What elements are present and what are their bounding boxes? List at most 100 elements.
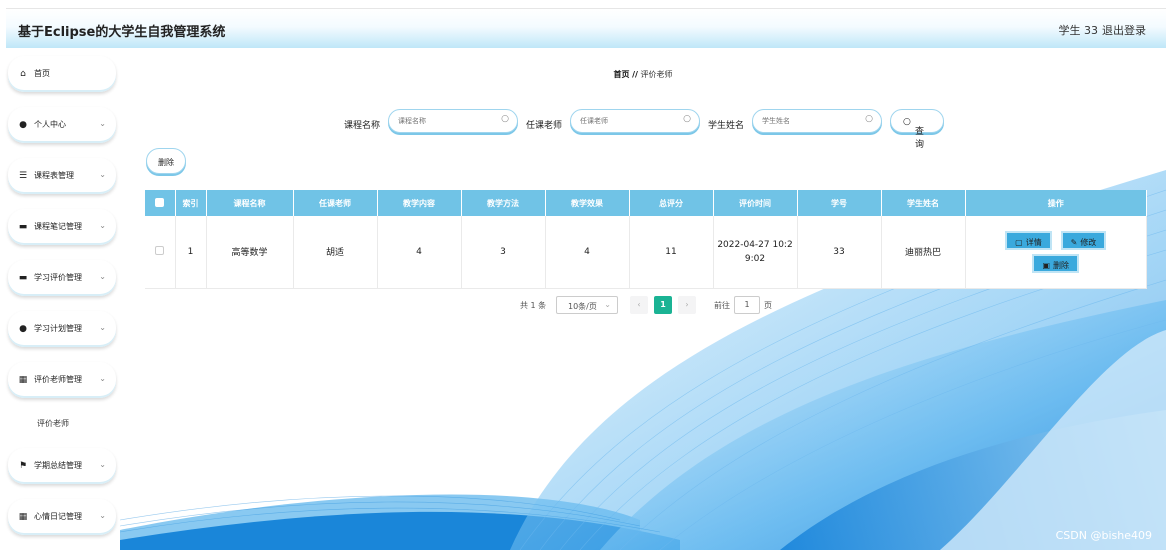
cell-effect: 4 — [545, 216, 630, 289]
sidebar-item-mood-diary[interactable]: ▦ 心情日记管理 ⌄ — [8, 499, 116, 535]
prev-page-button[interactable]: ‹ — [630, 296, 648, 314]
breadcrumb: 首页 // 评价老师 — [120, 69, 1166, 80]
main-content: 首页 // 评价老师 课程名称 ○ 任课老师 ○ 学生姓名 ○ 查询 ○ 删除 — [120, 50, 1166, 550]
batch-delete-button[interactable]: 删除 — [146, 148, 186, 174]
sidebar-item-teacher-evaluation[interactable]: ▦ 评价老师管理 ⌄ — [8, 362, 116, 398]
edit-button[interactable]: ✎ 修改 — [1060, 230, 1107, 250]
list-icon: ☰ — [18, 171, 28, 181]
student-name-input[interactable] — [762, 115, 862, 127]
page-number-current[interactable]: 1 — [654, 296, 672, 314]
sidebar-item-label: 课程笔记管理 — [34, 222, 82, 231]
row-checkbox[interactable] — [155, 245, 165, 255]
sidebar-item-timetable[interactable]: ☰ 课程表管理 ⌄ — [8, 158, 116, 194]
student-name-search-field[interactable]: ○ — [752, 109, 882, 133]
cell-actions: ▢ 详情 ✎ 修改 ▣ 删除 — [965, 216, 1147, 289]
detail-button[interactable]: ▢ 详情 — [1005, 230, 1052, 250]
column-header: 索引 — [175, 190, 207, 216]
delete-button[interactable]: ▣ 删除 — [1032, 253, 1080, 273]
query-button-label: 查询 ○ — [903, 117, 925, 150]
column-header: 评价时间 — [713, 190, 798, 216]
sidebar-item-label: 首页 — [34, 69, 50, 78]
row-select-cell — [145, 216, 176, 289]
column-header: 操作 — [965, 190, 1147, 216]
cell-total: 11 — [629, 216, 714, 289]
sidebar-item-home[interactable]: ⌂ 首页 — [8, 56, 116, 92]
sidebar-item-course-notes[interactable]: ▬ 课程笔记管理 ⌄ — [8, 209, 116, 245]
cell-student-name: 迪丽热巴 — [881, 216, 966, 289]
cell-time: 2022-04-27 10:2 9:02 — [713, 216, 798, 289]
user-icon: ● — [19, 120, 27, 130]
cell-content: 4 — [377, 216, 462, 289]
chevron-down-icon: ⌄ — [99, 170, 106, 179]
teacher-input[interactable] — [580, 115, 680, 127]
cell-teacher: 胡适 — [293, 216, 378, 289]
next-page-button[interactable]: › — [678, 296, 696, 314]
pagination: 共 1 条 10条/页 ⌄ ‹ 1 › 前往 1 页 — [120, 296, 1166, 316]
goto-page-input[interactable]: 1 — [734, 296, 760, 314]
page-size-select[interactable]: 10条/页 ⌄ — [556, 296, 618, 314]
sidebar-item-label: 评价老师管理 — [34, 375, 82, 384]
column-header: 教学方法 — [461, 190, 546, 216]
column-header: 总评分 — [629, 190, 714, 216]
column-header: 任课老师 — [293, 190, 378, 216]
watermark: CSDN @bishe409 — [1055, 529, 1152, 542]
cell-course: 高等数学 — [206, 216, 294, 289]
pencil-icon: ✎ — [1070, 237, 1078, 247]
sidebar-item-study-evaluation[interactable]: ▬ 学习评价管理 ⌄ — [8, 260, 116, 296]
page-unit-label: 页 — [764, 301, 772, 310]
column-header: 课程名称 — [206, 190, 294, 216]
user-icon: ● — [19, 324, 27, 334]
breadcrumb-separator: // — [632, 70, 638, 79]
column-header: 教学效果 — [545, 190, 630, 216]
sidebar-item-personal-center[interactable]: ● 个人中心 ⌄ — [8, 107, 116, 143]
page-size-value: 10条/页 — [568, 302, 597, 311]
chevron-down-icon: ⌄ — [604, 300, 611, 309]
sidebar-item-label: 心情日记管理 — [34, 512, 82, 521]
teacher-search-field[interactable]: ○ — [570, 109, 700, 133]
sidebar-item-term-summary[interactable]: ⚑ 学期总结管理 ⌄ — [8, 448, 116, 484]
table-header-row: 索引 课程名称 任课老师 教学内容 教学方法 教学效果 总评分 评价时间 学号 … — [145, 190, 1147, 216]
chevron-down-icon: ⌄ — [99, 460, 106, 469]
chevron-down-icon: ⌄ — [99, 511, 106, 520]
query-button[interactable]: 查询 ○ — [890, 109, 944, 150]
column-header: 教学内容 — [377, 190, 462, 216]
sidebar-item-study-plan[interactable]: ● 学习计划管理 ⌄ — [8, 311, 116, 347]
breadcrumb-home[interactable]: 首页 — [614, 70, 630, 79]
app-window: 基于Eclipse的大学生自我管理系统 学生 33 退出登录 ⌂ 首页 ● 个人… — [0, 0, 1170, 550]
search-icon: ○ — [683, 114, 691, 124]
sidebar-item-label: 学习评价管理 — [34, 273, 82, 282]
table-row: 1 高等数学 胡适 4 3 4 11 2022-04-27 10:2 9:02 … — [145, 216, 1147, 289]
course-name-label: 课程名称 — [344, 121, 381, 131]
sidebar-item-label: 学习计划管理 — [34, 324, 82, 333]
chevron-down-icon: ⌄ — [99, 221, 106, 230]
cell-student-no: 33 — [797, 216, 882, 289]
sidebar-item-label: 学期总结管理 — [34, 461, 82, 470]
column-header: 学号 — [797, 190, 882, 216]
chevron-down-icon: ⌄ — [99, 119, 106, 128]
cell-method: 3 — [461, 216, 546, 289]
select-all-cell — [145, 190, 176, 216]
cell-time-line2: 9:02 — [744, 253, 766, 264]
breadcrumb-current: 评价老师 — [640, 70, 673, 79]
student-name-label: 学生姓名 — [708, 121, 745, 131]
select-all-checkbox[interactable] — [155, 197, 165, 207]
chevron-down-icon: ⌄ — [99, 272, 106, 281]
sidebar-item-label: 个人中心 — [34, 120, 66, 129]
course-name-search-field[interactable]: ○ — [388, 109, 518, 133]
chevron-down-icon: ⌄ — [99, 374, 106, 383]
folder-icon: ▬ — [18, 222, 28, 232]
total-count: 共 1 条 — [520, 301, 547, 310]
monitor-icon: ▬ — [18, 273, 28, 283]
sidebar: ⌂ 首页 ● 个人中心 ⌄ ☰ 课程表管理 ⌄ ▬ 课程笔记管理 ⌄ ▬ 学习评… — [6, 50, 118, 550]
logout-link[interactable]: 退出登录 — [1102, 22, 1146, 38]
trash-icon: ▣ — [1042, 260, 1051, 270]
top-header: 基于Eclipse的大学生自我管理系统 学生 33 退出登录 — [6, 8, 1166, 48]
cell-index: 1 — [175, 216, 207, 289]
sidebar-subitem-evaluate-teacher[interactable]: 评价老师 — [8, 411, 116, 435]
search-icon: ○ — [865, 114, 873, 124]
course-name-input[interactable] — [398, 115, 498, 127]
search-icon: ○ — [501, 114, 509, 124]
home-icon: ⌂ — [20, 69, 26, 79]
cell-time-line1: 2022-04-27 10:2 — [717, 239, 793, 250]
document-icon: ▢ — [1015, 237, 1023, 247]
